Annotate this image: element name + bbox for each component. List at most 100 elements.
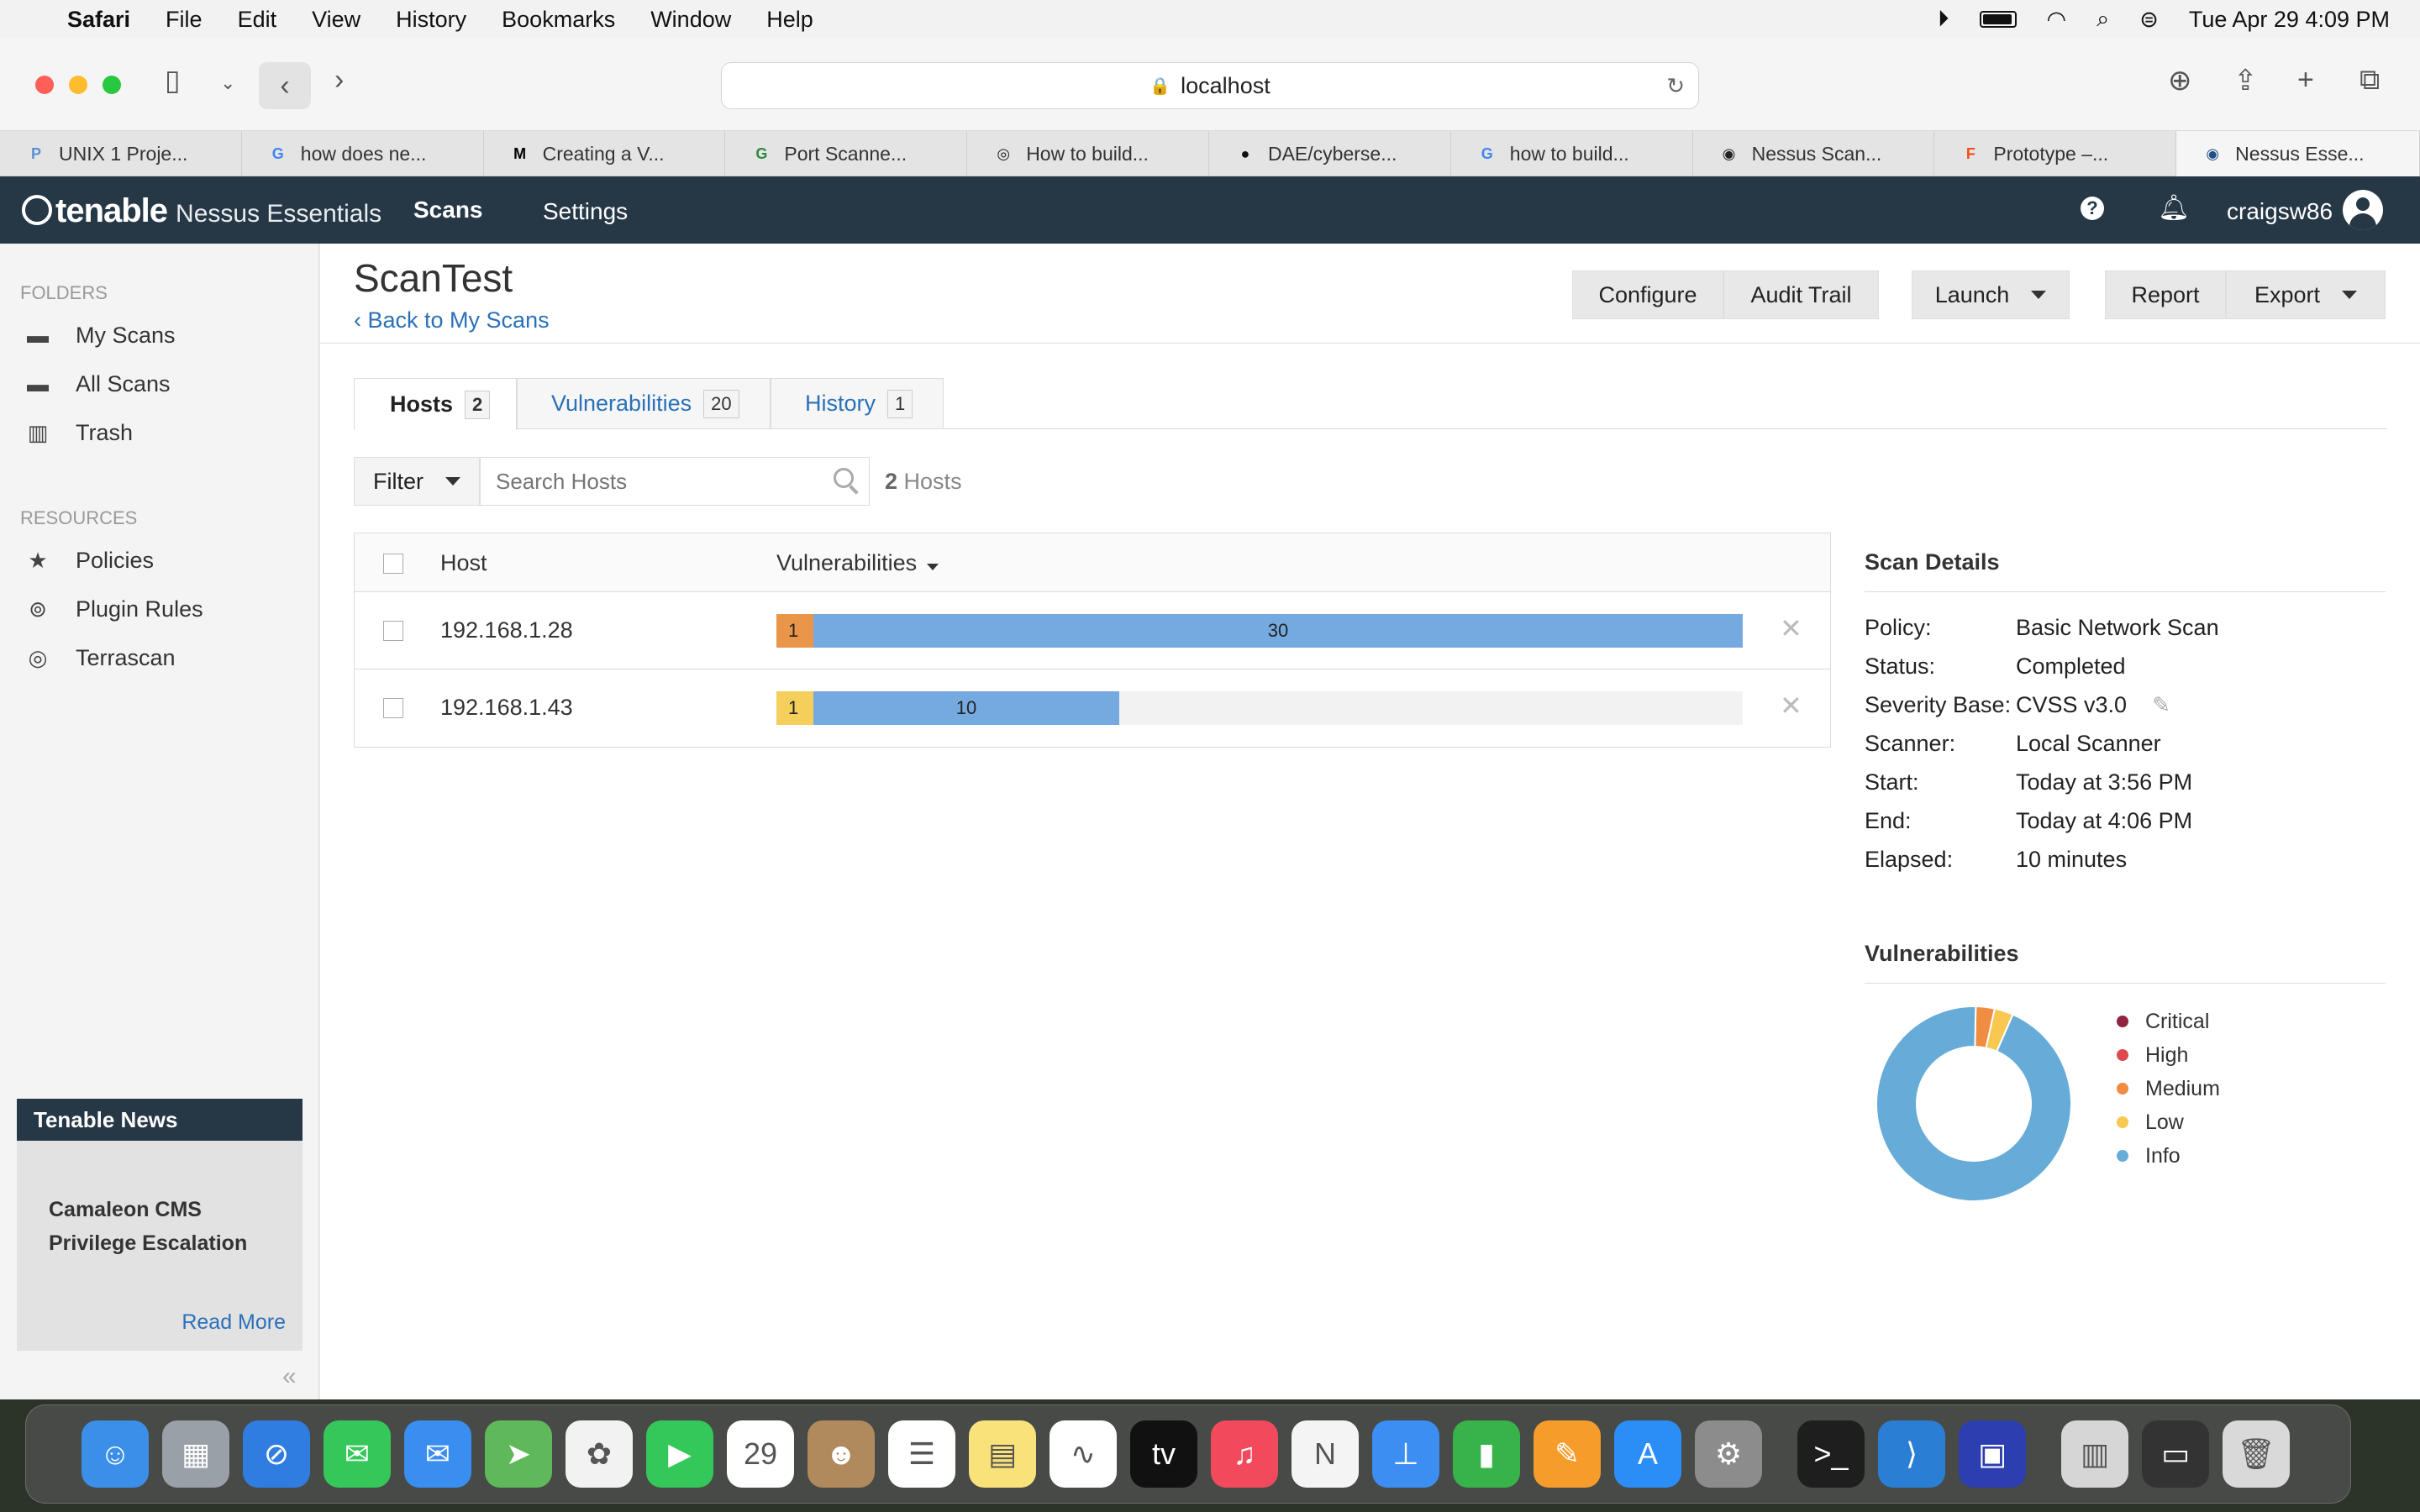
- help-icon[interactable]: ?: [2081, 197, 2104, 220]
- browser-tab[interactable]: Ghow does ne...: [242, 131, 484, 176]
- vuln-bar-first-segment[interactable]: 1: [776, 614, 813, 648]
- dock-safari-icon[interactable]: ⊘: [243, 1420, 310, 1488]
- dock-facetime-icon[interactable]: ▶: [646, 1420, 713, 1488]
- sidebar-item-trash[interactable]: ▥ Trash: [25, 420, 133, 446]
- browser-tab[interactable]: G Port Scanne...: [725, 131, 968, 176]
- edit-pencil-icon[interactable]: ✎: [2152, 692, 2170, 718]
- column-vulnerabilities[interactable]: Vulnerabilities: [776, 550, 939, 576]
- chevron-down-icon[interactable]: ⌄: [220, 72, 235, 94]
- menu-bookmarks[interactable]: Bookmarks: [502, 7, 615, 33]
- launch-button[interactable]: Launch: [1912, 270, 2070, 319]
- audit-trail-button[interactable]: Audit Trail: [1723, 270, 1879, 319]
- share-icon[interactable]: ⇪: [2233, 64, 2258, 97]
- menu-edit[interactable]: Edit: [238, 7, 277, 33]
- dock-system-settings-icon[interactable]: ⚙: [1695, 1420, 1762, 1488]
- vuln-bar-first-segment[interactable]: 1: [776, 691, 813, 725]
- tenable-logo[interactable]: tenable Nessus Essentials: [22, 192, 381, 230]
- legend-item[interactable]: High: [2117, 1038, 2220, 1072]
- browser-tab[interactable]: F Prototype –...: [1934, 131, 2177, 176]
- menu-window[interactable]: Window: [650, 7, 731, 33]
- battery-icon[interactable]: [1979, 11, 2017, 28]
- wifi-icon[interactable]: ◠: [2047, 7, 2067, 33]
- back-to-my-scans-link[interactable]: ‹ Back to My Scans: [354, 307, 550, 333]
- dock-news-icon[interactable]: N: [1292, 1420, 1359, 1488]
- dock-screen-recording-icon[interactable]: ▭: [2142, 1420, 2209, 1488]
- dock-freeform-icon[interactable]: ∿: [1050, 1420, 1117, 1488]
- browser-tab[interactable]: ◉ Nessus Scan...: [1693, 131, 1935, 176]
- legend-item[interactable]: Critical: [2117, 1005, 2220, 1038]
- menu-help[interactable]: Help: [766, 7, 813, 33]
- dock-vscode-icon[interactable]: ⟩: [1878, 1420, 1945, 1488]
- notifications-bell-icon[interactable]: 🔔︎: [2158, 193, 2190, 223]
- menu-clock[interactable]: Tue Apr 29 4:09 PM: [2189, 7, 2390, 33]
- dock-terminal-icon[interactable]: >_: [1797, 1420, 1865, 1488]
- dock-app-store-icon[interactable]: A: [1614, 1420, 1681, 1488]
- back-button[interactable]: ‹: [259, 62, 311, 109]
- browser-tab[interactable]: ● DAE/cyberse...: [1209, 131, 1451, 176]
- now-playing-icon[interactable]: ⏵: [1938, 6, 1949, 33]
- tab-vulnerabilities[interactable]: Vulnerabilities 20: [517, 378, 771, 428]
- browser-tab[interactable]: P UNIX 1 Proje...: [0, 131, 242, 176]
- sidebar-item-all-scans[interactable]: ▬ All Scans: [25, 371, 171, 397]
- dock-calendar-icon[interactable]: 29: [727, 1420, 794, 1488]
- dock-trash-icon[interactable]: 🗑: [2223, 1420, 2290, 1488]
- dock-numbers-icon[interactable]: ▮: [1453, 1420, 1520, 1488]
- host-ip[interactable]: 192.168.1.43: [440, 695, 573, 721]
- minimize-window-button[interactable]: [69, 76, 87, 94]
- search-input[interactable]: [481, 458, 817, 505]
- spotlight-search-icon[interactable]: ⌕: [2096, 6, 2109, 33]
- legend-item[interactable]: Medium: [2117, 1072, 2220, 1105]
- zoom-window-button[interactable]: [103, 76, 121, 94]
- dock-contacts-icon[interactable]: ☻: [808, 1420, 875, 1488]
- nav-settings[interactable]: Settings: [543, 198, 628, 225]
- donut-slice-info[interactable]: [1876, 1005, 2072, 1202]
- news-headline[interactable]: Camaleon CMS Privilege Escalation: [49, 1193, 267, 1260]
- dock-notes-icon[interactable]: ▤: [969, 1420, 1036, 1488]
- dock-music-icon[interactable]: ♫: [1211, 1420, 1278, 1488]
- dock-maps-icon[interactable]: ➤: [485, 1420, 552, 1488]
- dock-nessus-agent-icon[interactable]: ▣: [1959, 1420, 2026, 1488]
- vuln-bar-info-segment[interactable]: 30: [813, 614, 1743, 648]
- browser-tab[interactable]: M Creating a V...: [484, 131, 726, 176]
- dock-messages-icon[interactable]: ✉: [324, 1420, 391, 1488]
- close-window-button[interactable]: [35, 76, 54, 94]
- report-button[interactable]: Report: [2105, 270, 2226, 319]
- dock-reminders-icon[interactable]: ☰: [888, 1420, 955, 1488]
- vuln-bar-info-segment[interactable]: 10: [813, 691, 1120, 725]
- menu-history[interactable]: History: [396, 7, 466, 33]
- dock-pages-icon[interactable]: ✎: [1534, 1420, 1601, 1488]
- sidebar-item-plugin-rules[interactable]: ⊚ Plugin Rules: [25, 596, 203, 622]
- dock-tv-icon[interactable]: tv: [1130, 1420, 1197, 1488]
- read-more-link[interactable]: Read More: [182, 1310, 286, 1335]
- forward-button[interactable]: ›: [334, 64, 344, 97]
- remove-host-icon[interactable]: ✕: [1780, 612, 1802, 644]
- menu-safari[interactable]: Safari: [67, 7, 130, 33]
- table-row[interactable]: 192.168.1.28 1 30 ✕: [355, 592, 1830, 669]
- browser-tab[interactable]: ◎ How to build...: [967, 131, 1209, 176]
- tab-history[interactable]: History 1: [771, 378, 944, 428]
- new-tab-icon[interactable]: +: [2297, 64, 2314, 97]
- export-button[interactable]: Export: [2226, 270, 2386, 319]
- dock-preview-icon[interactable]: ▥: [2061, 1420, 2128, 1488]
- nav-scans[interactable]: Scans: [413, 197, 483, 223]
- dock-keynote-icon[interactable]: ⊥: [1372, 1420, 1439, 1488]
- column-host[interactable]: Host: [440, 550, 487, 576]
- filter-dropdown[interactable]: Filter: [354, 457, 480, 506]
- address-bar[interactable]: 🔒 localhost ↻: [721, 62, 1699, 109]
- configure-button[interactable]: Configure: [1572, 270, 1723, 319]
- sidebar-item-policies[interactable]: ★ Policies: [25, 548, 154, 574]
- reload-icon[interactable]: ↻: [1666, 73, 1685, 99]
- legend-item[interactable]: Info: [2117, 1139, 2220, 1173]
- legend-item[interactable]: Low: [2117, 1105, 2220, 1139]
- collapse-sidebar-icon[interactable]: «: [282, 1362, 297, 1391]
- tab-hosts[interactable]: Hosts 2: [354, 378, 517, 430]
- row-checkbox[interactable]: [383, 621, 403, 641]
- dock-photos-icon[interactable]: ✿: [566, 1420, 633, 1488]
- host-ip[interactable]: 192.168.1.28: [440, 617, 573, 643]
- menu-view[interactable]: View: [312, 7, 360, 33]
- control-center-icon[interactable]: ⊜: [2139, 7, 2159, 33]
- dock-launchpad-icon[interactable]: ▦: [162, 1420, 229, 1488]
- sidebar-item-terrascan[interactable]: ◎ Terrascan: [25, 645, 176, 671]
- select-all-checkbox[interactable]: [383, 554, 403, 574]
- dock-finder-icon[interactable]: ☺: [82, 1420, 149, 1488]
